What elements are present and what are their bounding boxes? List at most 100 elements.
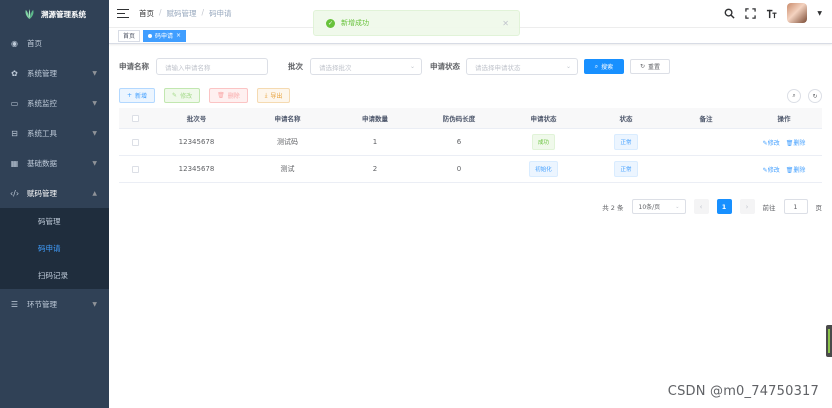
- avatar[interactable]: [787, 3, 808, 23]
- column-header: 操作: [777, 115, 791, 123]
- column-header: 备注: [699, 115, 713, 123]
- row-checkbox[interactable]: [131, 165, 139, 173]
- sidebar-item-coding[interactable]: ‹/› 赋码管理 ▲: [0, 178, 109, 208]
- status-badge: 正常: [614, 161, 638, 177]
- search-toggle-icon[interactable]: ⌕: [787, 89, 801, 103]
- name-input[interactable]: 请输入申请名称: [156, 58, 268, 75]
- sidebar-item-process[interactable]: ☰ 环节管理 ▼: [0, 289, 109, 319]
- column-header: 批次号: [186, 115, 207, 123]
- edit-button[interactable]: ✎ 修改: [164, 88, 201, 103]
- refresh-icon[interactable]: ↻: [808, 89, 822, 103]
- cell-qty: 1: [372, 138, 378, 146]
- column-header: 申请名称: [274, 115, 301, 123]
- sidebar-subitem-code-apply[interactable]: 码申请: [0, 235, 109, 262]
- chevron-down-icon: ▼: [92, 99, 97, 107]
- page-number-current[interactable]: 1: [716, 199, 732, 214]
- row-delete-link[interactable]: 🗑删除: [786, 138, 806, 147]
- caret-down-icon[interactable]: ▼: [817, 10, 822, 17]
- app-logo[interactable]: 溯源管理系统: [0, 0, 109, 28]
- chevron-down-icon: ▼: [92, 129, 97, 137]
- sidebar-item-tools[interactable]: ⊟ 系统工具 ▼: [0, 118, 109, 148]
- font-size-icon[interactable]: [766, 8, 777, 19]
- search-icon[interactable]: [724, 8, 735, 19]
- breadcrumb-item[interactable]: 首页: [139, 8, 154, 19]
- batch-placeholder: 请选择批次: [319, 63, 352, 72]
- name-label: 申请名称: [119, 62, 149, 71]
- column-header: 防伪码长度: [442, 115, 476, 123]
- plus-icon: +: [127, 92, 133, 99]
- sidebar-subitem-code-manage[interactable]: 码管理: [0, 208, 109, 235]
- fullscreen-icon[interactable]: [745, 7, 757, 19]
- edit-icon: ✎: [172, 92, 178, 99]
- status-select[interactable]: 请选择申请状态 ⌄: [466, 58, 578, 75]
- status-label: 申请状态: [430, 62, 460, 71]
- monitor-icon: ▭: [10, 98, 19, 108]
- row-edit-link[interactable]: ✎修改: [763, 138, 780, 147]
- side-handle[interactable]: [826, 325, 832, 357]
- row-delete-link[interactable]: 🗑删除: [786, 165, 806, 174]
- row-checkbox[interactable]: [131, 138, 139, 146]
- list-icon: ☰: [10, 299, 19, 309]
- navbar-right: ▼: [724, 3, 822, 23]
- search-button-label: 搜索: [601, 64, 614, 71]
- cell-apply-status: 成功: [501, 134, 586, 150]
- status-placeholder: 请选择申请状态: [475, 63, 521, 72]
- tag-home[interactable]: 首页: [118, 29, 141, 42]
- cell-apply-status: 初始化: [501, 161, 586, 177]
- sidebar-item-label: 系统监控: [27, 98, 57, 108]
- table-header: 批次号 申请名称 申请数量 防伪码长度 申请状态 状态 备注 操作: [119, 108, 822, 129]
- sidebar-item-basedata[interactable]: ▦ 基础数据 ▼: [0, 148, 109, 178]
- column-header: 申请状态: [530, 115, 557, 123]
- export-button[interactable]: ⤓ 导出: [256, 88, 291, 103]
- delete-button[interactable]: 🗑 删除: [209, 88, 248, 103]
- sidebar-item-label: 基础数据: [27, 158, 57, 168]
- hamburger-icon[interactable]: [117, 8, 129, 20]
- close-icon[interactable]: ×: [176, 32, 181, 39]
- next-page-button[interactable]: ›: [739, 199, 755, 214]
- prev-page-button[interactable]: ‹: [693, 199, 709, 214]
- cell-name: 测试码: [277, 138, 298, 146]
- sidebar-item-monitor[interactable]: ▭ 系统监控 ▼: [0, 88, 109, 118]
- table-row[interactable]: 12345678 测试码 1 6 成功 正常 ✎修改 🗑删除: [119, 129, 822, 156]
- sidebar-item-label: 首页: [27, 38, 42, 48]
- tag-code-apply[interactable]: 码申请 ×: [143, 29, 187, 42]
- row-edit-link[interactable]: ✎修改: [763, 165, 780, 174]
- right-toolbar: ⌕ ↻: [787, 89, 822, 103]
- chevron-down-icon: ▼: [92, 69, 97, 77]
- status-badge: 正常: [614, 134, 638, 150]
- close-icon[interactable]: ✕: [502, 19, 509, 28]
- sidebar-item-home[interactable]: ◉ 首页: [0, 28, 109, 58]
- cell-actions: ✎修改 🗑删除: [746, 138, 822, 147]
- breadcrumb-separator: /: [159, 8, 162, 17]
- select-all-checkbox[interactable]: [131, 114, 139, 122]
- search-button[interactable]: ⌕ 搜索: [584, 59, 624, 74]
- column-header: 状态: [619, 115, 633, 123]
- sidebar: 溯源管理系统 ◉ 首页 ✿ 系统管理 ▼ ▭ 系统监控 ▼ ⊟ 系统工具 ▼ ▦…: [0, 0, 109, 408]
- search-icon: ⌕: [594, 62, 599, 70]
- goto-label: 前往: [762, 203, 776, 212]
- goto-page-input[interactable]: 1: [783, 199, 808, 214]
- table-row[interactable]: 12345678 测试 2 0 初始化 正常 ✎修改 🗑删除: [119, 156, 822, 183]
- breadcrumb-item: 赋码管理: [166, 9, 197, 18]
- batch-select[interactable]: 请选择批次 ⌄: [310, 58, 422, 75]
- toast-message: 新增成功: [341, 19, 369, 27]
- apply-status-badge: 初始化: [529, 161, 558, 177]
- breadcrumb-item: 码申请: [209, 9, 232, 18]
- add-button[interactable]: + 新增: [119, 88, 156, 103]
- sidebar-subitem-scan-record[interactable]: 扫码记录: [0, 262, 109, 289]
- chevron-down-icon: ⌄: [675, 203, 680, 210]
- cell-batch: 12345678: [178, 165, 215, 173]
- pagination-total: 共 2 条: [602, 203, 624, 212]
- tag-label: 码申请: [155, 33, 174, 40]
- reset-button[interactable]: ↻ 重置: [630, 59, 670, 74]
- chevron-down-icon: ▼: [92, 300, 97, 308]
- cell-status: 正常: [586, 161, 666, 177]
- goto-page-value: 1: [793, 202, 798, 211]
- check-circle-icon: ✓: [326, 18, 335, 28]
- refresh-icon: ↻: [639, 63, 645, 70]
- search-form: 申请名称 请输入申请名称 批次 请选择批次 ⌄ 申请状态 请选择申请状态 ⌄ ⌕…: [119, 58, 670, 75]
- sidebar-item-system[interactable]: ✿ 系统管理 ▼: [0, 58, 109, 88]
- leaf-logo-icon: [24, 8, 35, 20]
- toolbar: + 新增 ✎ 修改 🗑 删除 ⤓ 导出: [119, 88, 291, 103]
- page-size-select[interactable]: 10条/页 ⌄: [631, 199, 686, 214]
